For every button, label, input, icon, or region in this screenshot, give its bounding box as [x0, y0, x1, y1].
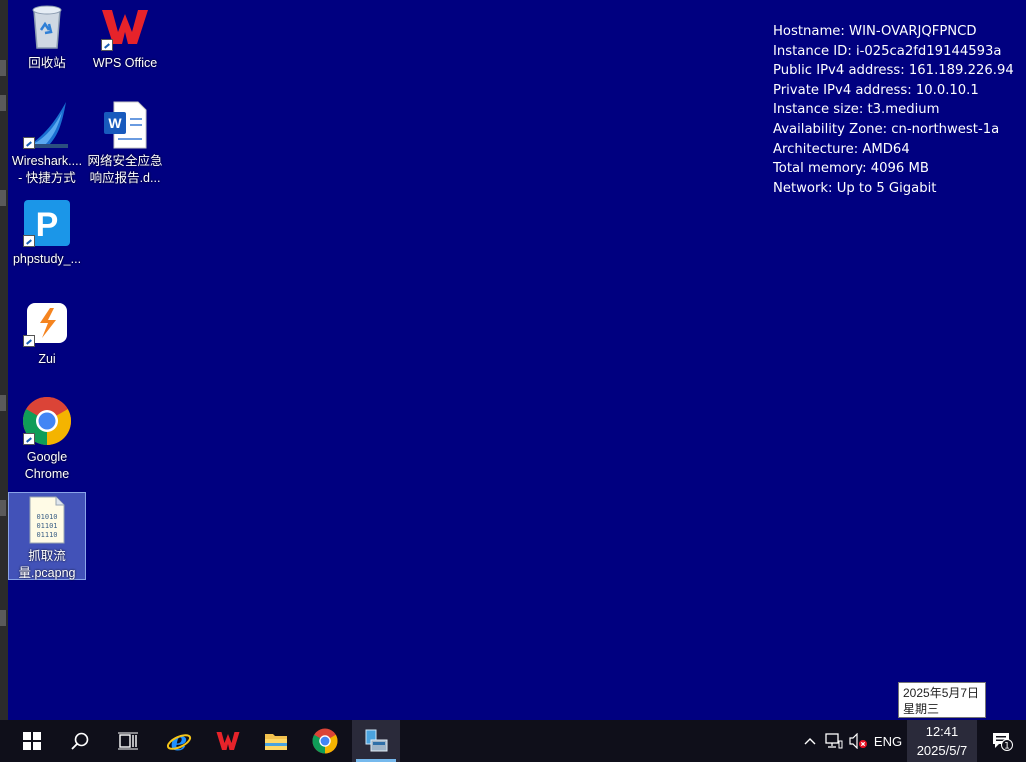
info-private-ip: Private IPv4 address: 10.0.10.1	[773, 82, 979, 98]
desktop-icon-label: 抓取流量.pcapng	[18, 549, 76, 580]
svg-text:01101: 01101	[36, 522, 57, 530]
desktop-icon-wps-office[interactable]: WPS Office	[86, 0, 164, 88]
svg-text:W: W	[108, 115, 122, 131]
info-public-ip: Public IPv4 address: 161.189.226.94	[773, 63, 1014, 79]
svg-text:e: e	[171, 728, 188, 754]
input-language-button[interactable]: ENG	[871, 720, 905, 762]
search-icon	[71, 732, 89, 750]
tooltip-date: 2025年5月7日	[903, 686, 980, 700]
desktop-icon-report-doc[interactable]: W 网络安全应急响应报告.d...	[86, 98, 164, 186]
desktop-icon-zui[interactable]: Zui	[8, 296, 86, 384]
network-tray-button[interactable]	[823, 720, 845, 762]
desktop-icon-label: WPS Office	[92, 56, 158, 70]
word-document-icon: W	[100, 100, 150, 150]
taskbar-remote-desktop[interactable]	[352, 720, 400, 762]
shortcut-arrow-icon	[23, 433, 35, 445]
info-architecture: Architecture: AMD64	[773, 141, 910, 157]
taskbar-clock[interactable]: 12:41 2025/5/7	[907, 720, 977, 762]
shortcut-arrow-icon	[101, 39, 113, 51]
remote-desktop-icon	[365, 729, 388, 752]
system-info-panel: Hostname: WIN-OVARJQFPNCD Instance ID: i…	[773, 22, 1014, 198]
desktop-icon-label: 网络安全应急响应报告.d...	[87, 154, 163, 185]
desktop-icon-wireshark[interactable]: Wireshark.... - 快捷方式	[8, 98, 86, 186]
date-tooltip: 2025年5月7日 星期三	[898, 682, 986, 718]
shortcut-arrow-icon	[23, 137, 35, 149]
svg-text:P: P	[36, 206, 59, 244]
desktop-icon-recycle-bin[interactable]: 回收站	[8, 0, 86, 88]
desktop-icon-label: phpstudy_...	[12, 252, 82, 266]
chevron-up-icon	[804, 738, 816, 745]
volume-tray-button[interactable]	[847, 720, 869, 762]
wps-office-icon	[100, 2, 150, 52]
internet-explorer-icon: e	[166, 728, 192, 754]
folder-icon	[265, 734, 287, 750]
action-center-button[interactable]: 1	[986, 720, 1018, 762]
svg-text:01110: 01110	[36, 531, 57, 539]
binary-file-icon: 01010 01101 01110	[22, 495, 72, 545]
windows-logo-icon	[23, 732, 41, 750]
phpstudy-icon: P	[22, 198, 72, 248]
show-hidden-icons-button[interactable]	[800, 720, 820, 762]
info-availability-zone: Availability Zone: cn-northwest-1a	[773, 121, 1000, 137]
clock-time: 12:41	[925, 724, 959, 739]
taskbar-chrome[interactable]	[301, 720, 349, 762]
info-total-memory: Total memory: 4096 MB	[773, 161, 929, 177]
taskbar: e ENG 12:41 2025/5/7 1	[0, 720, 1026, 762]
shortcut-arrow-icon	[23, 235, 35, 247]
shortcut-arrow-icon	[23, 335, 35, 347]
svg-text:01010: 01010	[36, 513, 57, 521]
desktop-icon-phpstudy[interactable]: P phpstudy_...	[8, 196, 86, 284]
info-hostname: Hostname: WIN-OVARJQFPNCD	[773, 24, 977, 39]
taskbar-wps[interactable]	[204, 720, 252, 762]
taskbar-internet-explorer[interactable]: e	[155, 720, 203, 762]
wps-icon	[216, 732, 240, 750]
info-instance-size: Instance size: t3.medium	[773, 102, 940, 118]
desktop-icon-label: 回收站	[28, 56, 66, 70]
desktop-icon-pcapng-file[interactable]: 01010 01101 01110 抓取流量.pcapng	[8, 492, 86, 580]
recycle-bin-icon	[22, 2, 72, 52]
taskbar-file-explorer[interactable]	[252, 720, 300, 762]
tooltip-weekday: 星期三	[903, 702, 940, 716]
search-button[interactable]	[56, 720, 104, 762]
desktop-icon-google-chrome[interactable]: Google Chrome	[8, 394, 86, 482]
desktop-icon-label: Google Chrome	[24, 450, 70, 481]
task-view-button[interactable]	[104, 720, 152, 762]
chrome-icon	[312, 728, 338, 754]
chrome-icon	[22, 396, 72, 446]
start-button[interactable]	[8, 720, 56, 762]
zui-icon	[22, 298, 72, 348]
notification-count: 1	[1004, 742, 1010, 752]
info-instance-id: Instance ID: i-025ca2fd19144593a	[773, 43, 1002, 59]
task-view-icon	[118, 732, 138, 750]
left-edge-strip	[0, 0, 8, 720]
notification-icon: 1	[993, 733, 1013, 752]
speaker-muted-icon	[849, 733, 867, 749]
desktop-icon-label: Wireshark.... - 快捷方式	[11, 154, 83, 185]
wireshark-fin-icon	[22, 100, 72, 150]
desktop-icon-label: Zui	[38, 352, 56, 366]
info-network: Network: Up to 5 Gigabit	[773, 180, 937, 196]
network-icon	[825, 733, 843, 749]
clock-date: 2025/5/7	[916, 743, 968, 758]
